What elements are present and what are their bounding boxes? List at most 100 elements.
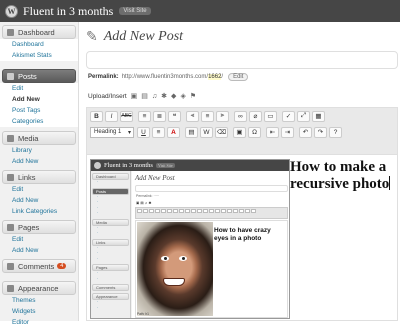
add-audio-icon[interactable]: ♫ (152, 93, 157, 100)
embedded-menu-appearance: Appearance (92, 293, 129, 300)
sidebar-item-edit-links[interactable]: Edit (0, 184, 78, 195)
sidebar-item-add-new-page[interactable]: Add New (0, 245, 78, 256)
sidebar-item-categories[interactable]: Categories (0, 116, 78, 127)
numbered-list-button[interactable]: ≣ (153, 110, 166, 122)
site-title[interactable]: Fluent in 3 months (23, 4, 113, 19)
align-left-button[interactable]: ⫷ (186, 110, 199, 122)
sidebar-item-dashboard[interactable]: Dashboard (0, 39, 78, 50)
add-image-icon[interactable]: ▣ (131, 92, 138, 100)
sidebar-item-akismet-stats[interactable]: Akismet Stats (0, 50, 78, 61)
menu-posts[interactable]: Posts (2, 69, 76, 83)
sidebar-item-post-tags[interactable]: Post Tags (0, 105, 78, 116)
editor-toolbar: B I ABC ≡ ≣ ❝ ⫷ ≡ ⫸ ∞ ⌀ ▭ ✓ ⤢ ▦ Heading … (86, 107, 398, 154)
comments-icon (7, 262, 14, 270)
embedded-wordpress-logo-icon (94, 162, 101, 169)
menu-links[interactable]: Links (2, 170, 76, 184)
permalink-slug[interactable]: 1662 (208, 74, 222, 80)
bold-button[interactable]: B (90, 110, 103, 122)
more-button[interactable]: ▭ (264, 110, 277, 122)
indent-button[interactable]: ⇥ (281, 126, 294, 138)
embedded-menu-posts: Posts (92, 187, 129, 195)
wordpress-logo-icon[interactable]: W (5, 4, 18, 18)
link-button[interactable]: ∞ (234, 110, 247, 122)
add-video-icon[interactable]: ▤ (141, 92, 148, 100)
paste-word-button[interactable]: W (200, 126, 213, 138)
kitchen-sink-button[interactable]: ▦ (312, 110, 325, 122)
paste-text-button[interactable]: ▤ (185, 126, 198, 138)
spellcheck-button[interactable]: ✓ (282, 110, 295, 122)
blockquote-button[interactable]: ❝ (168, 110, 181, 122)
underline-button[interactable]: U (137, 126, 150, 138)
sidebar-item-add-new-media[interactable]: Add New (0, 156, 78, 167)
sidebar-item-editor[interactable]: Editor (0, 317, 78, 328)
poll-icon[interactable]: ◈ (180, 92, 185, 100)
embedded-menu-pages: Pages (92, 264, 129, 271)
links-icon (7, 173, 14, 181)
special-char-button[interactable]: Ω (248, 126, 261, 138)
post-content-editor[interactable]: Fluent in 3 months Visit Site Dashboard … (86, 154, 398, 321)
sidebar-item-link-categories[interactable]: Link Categories (0, 206, 78, 217)
italic-button[interactable]: I (105, 110, 118, 122)
menu-appearance[interactable]: Appearance (2, 281, 76, 295)
comments-count-badge: 4 (57, 263, 67, 269)
embedded-path-caption: Path: h1 (137, 312, 149, 316)
align-center-button[interactable]: ≡ (201, 110, 214, 122)
text-color-button[interactable]: A (167, 126, 180, 138)
menu-pages[interactable]: Pages (2, 220, 76, 234)
align-right-button[interactable]: ⫸ (216, 110, 229, 122)
embedded-menu-comments: Comments (92, 284, 129, 291)
visit-site-button[interactable]: Visit Site (119, 7, 151, 15)
embedded-admin-header: Fluent in 3 months Visit Site (91, 160, 289, 171)
strikethrough-button[interactable]: ABC (120, 110, 133, 122)
fullscreen-button[interactable]: ⤢ (297, 110, 310, 122)
toolbar-row-1: B I ABC ≡ ≣ ❝ ⫷ ≡ ⫸ ∞ ⌀ ▭ ✓ ⤢ ▦ (87, 108, 397, 124)
nextgen-gallery-icon[interactable]: ◆ (171, 92, 176, 100)
page-title: Add New Post (103, 28, 184, 44)
outdent-button[interactable]: ⇤ (266, 126, 279, 138)
sidebar-item-edit-pages[interactable]: Edit (0, 234, 78, 245)
help-button[interactable]: ? (329, 126, 342, 138)
post-title-input[interactable] (86, 51, 398, 69)
sidebar-item-widgets[interactable]: Widgets (0, 306, 78, 317)
permalink-label: Permalink: (88, 74, 119, 80)
embedded-screenshot: Fluent in 3 months Visit Site Dashboard … (90, 159, 290, 319)
menu-media[interactable]: Media (2, 131, 76, 145)
remove-format-button[interactable]: ⌫ (215, 126, 228, 138)
media-icon (7, 134, 14, 142)
embedded-menu-dashboard: Dashboard (92, 173, 129, 180)
post-heading[interactable]: How to make a recursive photo (290, 159, 400, 193)
justify-button[interactable]: ≡ (152, 126, 165, 138)
add-media-icon[interactable]: ✱ (161, 92, 167, 100)
admin-header: W Fluent in 3 months Visit Site (0, 0, 400, 22)
bullet-list-button[interactable]: ≡ (138, 110, 151, 122)
format-select[interactable]: Heading 1 ▾ (90, 126, 134, 138)
unlink-button[interactable]: ⌀ (249, 110, 262, 122)
upload-insert-label: Upload/Insert (88, 92, 127, 100)
pages-icon (7, 223, 14, 231)
left-eye (161, 256, 169, 261)
right-eye (179, 256, 187, 261)
posts-icon (7, 72, 14, 80)
permalink-url: http://www.fluentin3months.com/ (121, 74, 209, 80)
dashboard-icon (7, 28, 14, 36)
main-content: ✎ Add New Post Permalink: http://www.flu… (80, 22, 400, 321)
permalink-edit-button[interactable]: Edit (228, 73, 249, 81)
redo-button[interactable]: ↷ (314, 126, 327, 138)
admin-sidebar: Dashboard Dashboard Akismet Stats Posts … (0, 22, 79, 326)
link-plugin-icon[interactable]: ⚑ (190, 92, 196, 100)
menu-dashboard[interactable]: Dashboard (2, 25, 76, 39)
sidebar-item-add-new-link[interactable]: Add New (0, 195, 78, 206)
sidebar-item-edit-posts[interactable]: Edit (0, 83, 78, 94)
embedded-main: Add New Post Permalink: ····· ▣ ▤ ♫ ✱ Ho… (132, 171, 289, 318)
embedded-menu-links: Links (92, 238, 129, 246)
appearance-icon (7, 284, 14, 292)
permalink-row: Permalink: http://www.fluentin3months.co… (88, 73, 249, 81)
mouth (163, 278, 185, 286)
pencil-icon: ✎ (86, 28, 98, 44)
undo-button[interactable]: ↶ (299, 126, 312, 138)
sidebar-item-library[interactable]: Library (0, 145, 78, 156)
menu-comments[interactable]: Comments 4 (2, 259, 76, 273)
media-button[interactable]: ▣ (233, 126, 246, 138)
sidebar-item-themes[interactable]: Themes (0, 295, 78, 306)
sidebar-item-add-new-post[interactable]: Add New (0, 94, 78, 105)
